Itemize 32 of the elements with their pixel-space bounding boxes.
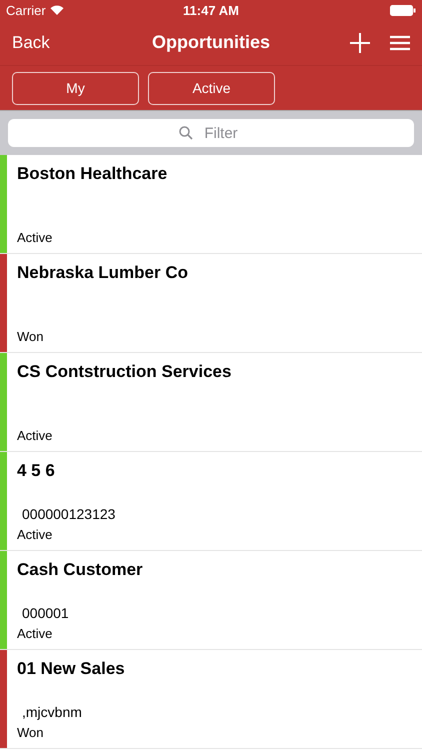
- status-label: Active: [17, 527, 54, 542]
- opportunity-row[interactable]: 01 New Sales ,mjcvbnm Won: [0, 650, 422, 749]
- status-label: Won: [17, 725, 44, 740]
- status-label: Won: [17, 329, 44, 344]
- menu-icon[interactable]: [390, 34, 410, 50]
- opportunity-row[interactable]: Cash Customer 000001 Active: [0, 551, 422, 650]
- opportunity-row[interactable]: Nebraska Lumber Co Won: [0, 254, 422, 353]
- opportunity-code: ,mjcvbnm: [22, 704, 83, 720]
- search-field[interactable]: Filter: [8, 119, 414, 147]
- status-label: Active: [17, 230, 54, 245]
- back-button[interactable]: Back: [12, 32, 50, 52]
- account-name: Nebraska Lumber Co: [17, 263, 189, 283]
- screen-title: Opportunities: [152, 32, 270, 53]
- account-name: Cash Customer: [17, 560, 144, 580]
- add-icon[interactable]: [350, 32, 370, 52]
- status-label: Active: [17, 428, 54, 443]
- account-name: 01 New Sales: [17, 659, 126, 679]
- battery-icon: [390, 4, 416, 16]
- carrier-label: Carrier: [6, 2, 46, 18]
- account-name: 4 5 6: [17, 461, 56, 481]
- status-label: Active: [17, 626, 54, 641]
- opportunity-code: 000000123123: [22, 506, 116, 522]
- clock-time: 11:47 AM: [183, 2, 239, 18]
- account-name: CS Contstruction Services: [17, 362, 232, 382]
- opportunity-row[interactable]: CS Contstruction Services Active: [0, 353, 422, 452]
- account-name: Boston Healthcare: [17, 164, 168, 184]
- opportunity-code: 000001: [22, 605, 70, 621]
- opportunity-row[interactable]: Boston Healthcare Active: [0, 155, 422, 254]
- filter-button[interactable]: Active: [148, 72, 275, 104]
- filter-button[interactable]: My: [12, 72, 139, 104]
- wifi-icon: [50, 5, 64, 15]
- opportunity-row[interactable]: 4 5 6 000000123123 Active: [0, 452, 422, 551]
